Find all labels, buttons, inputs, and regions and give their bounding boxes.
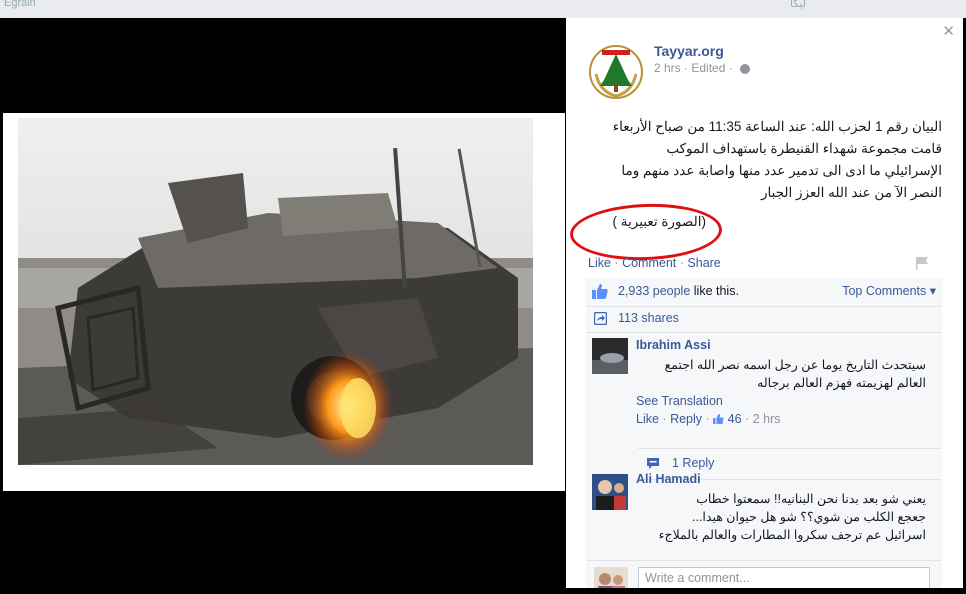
comment-text: يعني شو بعد بدنا نحن البنانيه!! سمعتوا خ… bbox=[636, 490, 926, 544]
thumbs-up-icon bbox=[713, 414, 724, 424]
background-right-text: ليكا bbox=[790, 0, 807, 10]
likes-summary: 2,933 people like this. bbox=[618, 284, 739, 298]
avatar[interactable] bbox=[592, 474, 628, 510]
comment-item: Ibrahim Assi سيتحدث التاريخ يوما عن رجل … bbox=[586, 336, 942, 486]
comment-text: سيتحدث التاريخ يوما عن رجل اسمه نصر الله… bbox=[636, 356, 926, 392]
comment-actions: Like · Reply · 46 · 2 hrs bbox=[636, 412, 781, 426]
comment-reply-link[interactable]: Reply bbox=[670, 412, 702, 426]
share-link[interactable]: Share bbox=[687, 256, 720, 270]
top-comments-dropdown[interactable]: Top Comments ▾ bbox=[842, 283, 936, 298]
comment-line: جعجع الكلب من شوي؟؟ شو هل حيوان هيدا... bbox=[692, 510, 926, 524]
likes-suffix: like this. bbox=[690, 284, 739, 298]
comment-likes-count[interactable]: 46 bbox=[728, 412, 742, 426]
flag-icon[interactable] bbox=[916, 257, 928, 270]
shares-link[interactable]: 113 shares bbox=[618, 311, 679, 325]
page-logo-cedar[interactable] bbox=[588, 44, 644, 100]
post-line: النصر الآ من عند الله العزز الجبار bbox=[761, 185, 942, 200]
post-line: البيان رقم 1 لحزب الله: عند الساعة 11:35… bbox=[612, 119, 942, 134]
comment-line: اسرائيل عم ترجف سكروا المطارات والعالم ب… bbox=[658, 528, 926, 542]
comment-link[interactable]: Comment bbox=[622, 256, 676, 270]
shares-row: 113 shares bbox=[586, 307, 942, 333]
reply-icon bbox=[647, 458, 659, 469]
action-separator: · bbox=[662, 412, 667, 426]
avatar[interactable] bbox=[592, 338, 628, 374]
burned-vehicle-photo[interactable] bbox=[18, 118, 533, 465]
thumbs-up-icon bbox=[592, 284, 608, 299]
commenter-name[interactable]: Ali Hamadi bbox=[636, 472, 701, 486]
comment-input[interactable] bbox=[638, 567, 930, 588]
post-line: الإسرائيلي ما ادى الى تدمير عدد منها واص… bbox=[621, 163, 942, 178]
see-translation-link[interactable]: See Translation bbox=[636, 394, 723, 408]
meta-separator: · bbox=[728, 61, 733, 75]
post-side-panel: ✕ Tayyar.org 2 hrs · Edited · البيان رقم… bbox=[566, 18, 963, 588]
comment-like-link[interactable]: Like bbox=[636, 412, 659, 426]
highlight-circle bbox=[569, 201, 723, 263]
edited-label[interactable]: Edited bbox=[691, 61, 725, 75]
close-icon[interactable]: ✕ bbox=[942, 22, 955, 40]
globe-icon[interactable] bbox=[740, 63, 751, 74]
post-message: البيان رقم 1 لحزب الله: عند الساعة 11:35… bbox=[584, 116, 942, 204]
likes-row: 2,933 people like this. Top Comments ▾ bbox=[586, 278, 942, 307]
post-time[interactable]: 2 hrs bbox=[654, 61, 681, 75]
comment-item: Ali Hamadi يعني شو بعد بدنا نحن البنانيه… bbox=[586, 472, 942, 562]
post-actions: Like · Comment · Share bbox=[588, 256, 721, 270]
action-separator: · bbox=[614, 256, 619, 270]
action-separator: · bbox=[705, 412, 710, 426]
write-comment-row bbox=[586, 560, 942, 588]
comment-line: سيتحدث التاريخ يوما عن رجل اسمه نصر الله… bbox=[664, 358, 926, 372]
comment-line: العالم لهزيمته فهزم العالم برجاله bbox=[757, 376, 926, 390]
page-name-link[interactable]: Tayyar.org bbox=[654, 43, 724, 59]
avatar bbox=[594, 567, 628, 588]
comment-time[interactable]: 2 hrs bbox=[753, 412, 781, 426]
replies-link[interactable]: 1 Reply bbox=[672, 456, 714, 470]
commenter-name[interactable]: Ibrahim Assi bbox=[636, 338, 711, 352]
post-meta: 2 hrs · Edited · bbox=[654, 61, 751, 75]
likes-count-link[interactable]: 2,933 people bbox=[618, 284, 690, 298]
action-separator: · bbox=[745, 412, 750, 426]
background-page-strip: Egrain ليكا bbox=[0, 0, 966, 18]
post-line: قامت مجموعة شهداء القنيطرة باستهداف المو… bbox=[666, 141, 942, 156]
action-separator: · bbox=[679, 256, 684, 270]
share-icon bbox=[594, 312, 607, 325]
comment-line: يعني شو بعد بدنا نحن البنانيه!! سمعتوا خ… bbox=[696, 492, 926, 506]
feedback-section: 2,933 people like this. Top Comments ▾ 1… bbox=[586, 278, 942, 588]
meta-separator: · bbox=[684, 61, 689, 75]
like-link[interactable]: Like bbox=[588, 256, 611, 270]
background-left-text: Egrain bbox=[4, 0, 36, 9]
